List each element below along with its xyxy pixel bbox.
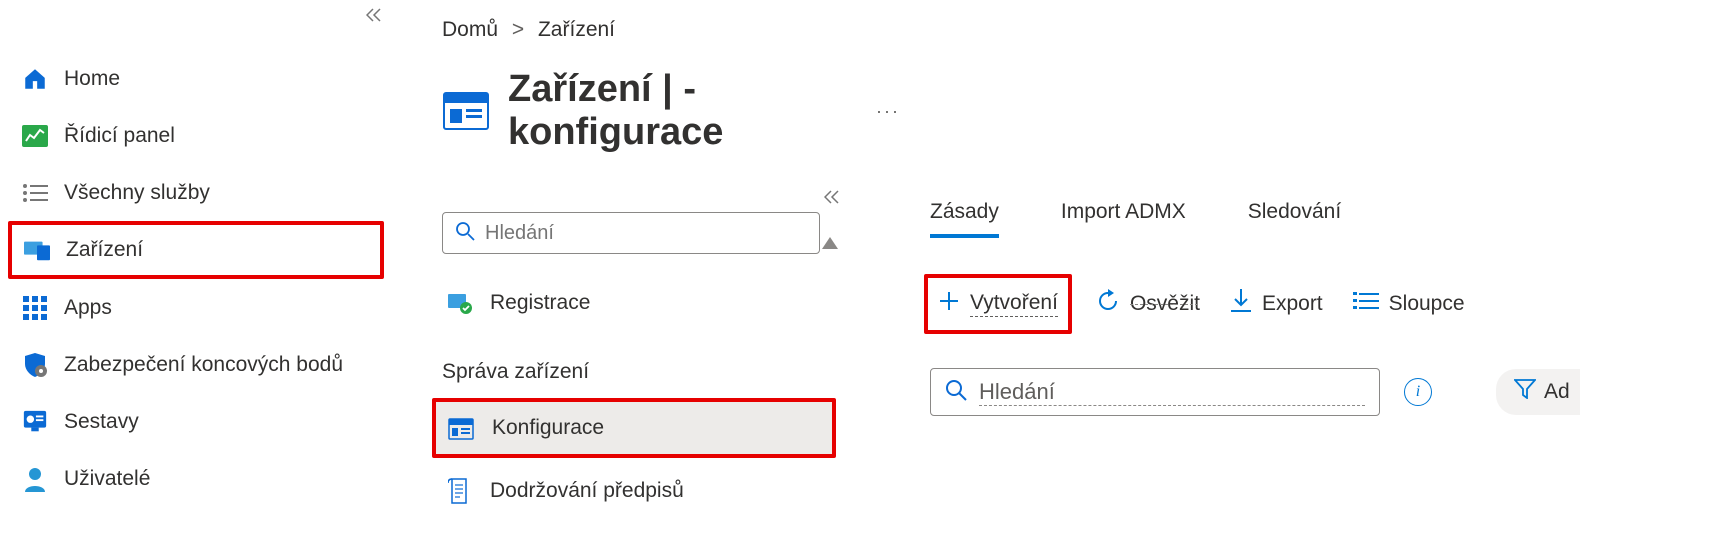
collapse-left-sidebar-icon[interactable] (366, 8, 382, 27)
home-icon (22, 66, 48, 92)
middle-search-box[interactable] (442, 212, 820, 254)
shield-gear-icon (22, 352, 48, 378)
page-heading: Zařízení | - konfigurace ··· (442, 68, 900, 154)
breadcrumb-home[interactable]: Domů (442, 18, 498, 41)
columns-icon (1353, 291, 1379, 317)
sidebar-item-all-services[interactable]: Všechny služby (0, 164, 392, 221)
search-icon (455, 221, 475, 246)
compliance-icon (446, 478, 472, 504)
mid-item-compliance[interactable]: Dodržování předpisů (442, 464, 900, 518)
info-icon[interactable]: i (1404, 378, 1432, 406)
tool-label: Osvěžit (1130, 292, 1200, 316)
tab-label: Sledování (1248, 200, 1341, 223)
mid-item-registration[interactable]: Registrace (442, 276, 900, 330)
sidebar-item-label: Apps (64, 296, 112, 320)
tab-import-admx[interactable]: Import ADMX (1061, 200, 1186, 238)
tool-label: Vytvoření (970, 291, 1058, 317)
sidebar-item-label: Řídicí panel (64, 124, 175, 148)
sidebar-item-dashboard[interactable]: Řídicí panel (0, 107, 392, 164)
sidebar-item-label: Sestavy (64, 410, 139, 434)
refresh-button[interactable]: Osvěžit (1096, 289, 1200, 319)
refresh-icon (1096, 289, 1120, 319)
filter-label: Ad (1544, 380, 1570, 404)
apps-grid-icon (22, 295, 48, 321)
page-title: Zařízení | - konfigurace (508, 68, 794, 154)
sidebar-item-label: Uživatelé (64, 467, 150, 491)
reports-icon (22, 409, 48, 435)
page-more-menu-icon[interactable]: ··· (876, 101, 900, 122)
right-search-row: i Ad (930, 368, 1732, 416)
devices-icon (24, 237, 50, 263)
tool-label: Sloupce (1389, 292, 1465, 316)
tab-bar: Zásady Import ADMX Sledování (930, 200, 1732, 238)
breadcrumb: Domů > Zařízení (442, 18, 900, 42)
filter-icon (1514, 379, 1536, 405)
plus-icon (938, 290, 960, 318)
nav-list: Home Řídicí panel Všechny služby Zařízen… (0, 50, 392, 507)
collapse-middle-panel-icon[interactable] (824, 190, 840, 209)
sidebar-item-reports[interactable]: Sestavy (0, 393, 392, 450)
sidebar-item-endpoint-security[interactable]: Zabezpečení koncových bodů (0, 336, 392, 393)
mid-item-label: Konfigurace (492, 416, 604, 440)
sidebar-item-label: Všechny služby (64, 181, 210, 205)
sidebar-item-home[interactable]: Home (0, 50, 392, 107)
sidebar-item-devices[interactable]: Zařízení (8, 221, 384, 279)
tool-label: Export (1262, 292, 1323, 316)
sidebar-item-label: Home (64, 67, 120, 91)
left-sidebar: Home Řídicí panel Všechny služby Zařízen… (0, 0, 392, 560)
download-icon (1230, 289, 1252, 319)
mid-section-header: Správa zařízení (442, 360, 900, 384)
tab-tracking[interactable]: Sledování (1248, 200, 1341, 238)
create-button[interactable]: Vytvoření (924, 274, 1072, 334)
breadcrumb-separator: > (512, 18, 524, 41)
columns-button[interactable]: Sloupce (1353, 291, 1465, 317)
sidebar-item-apps[interactable]: Apps (0, 279, 392, 336)
middle-search-input[interactable] (485, 222, 807, 245)
middle-panel: Domů > Zařízení Zařízení | - konfigurace… (392, 0, 900, 560)
search-icon (945, 379, 967, 406)
mid-item-label: Dodržování předpisů (490, 479, 684, 503)
right-panel: Zásady Import ADMX Sledování Vytvoření O… (900, 0, 1732, 560)
enrollment-icon (446, 290, 472, 316)
scroll-up-icon[interactable] (822, 236, 838, 254)
tab-label: Import ADMX (1061, 200, 1186, 223)
sidebar-item-users[interactable]: Uživatelé (0, 450, 392, 507)
mid-item-label: Registrace (490, 291, 590, 315)
dashboard-icon (22, 123, 48, 149)
filter-button[interactable]: Ad (1496, 369, 1580, 415)
configuration-icon (448, 415, 474, 441)
mid-item-configuration[interactable]: Konfigurace (432, 398, 836, 458)
sidebar-item-label: Zabezpečení koncových bodů (64, 353, 343, 377)
tab-label: Zásady (930, 200, 999, 223)
list-icon (22, 180, 48, 206)
configuration-page-icon (442, 87, 490, 135)
right-search-input[interactable] (979, 379, 1365, 406)
export-button[interactable]: Export (1230, 289, 1323, 319)
sidebar-item-label: Zařízení (66, 238, 143, 262)
user-icon (22, 466, 48, 492)
breadcrumb-current: Zařízení (538, 18, 615, 41)
right-search-box[interactable] (930, 368, 1380, 416)
tab-policies[interactable]: Zásady (930, 200, 999, 238)
toolbar: Vytvoření Osvěžit Export Sloupce (930, 288, 1732, 320)
